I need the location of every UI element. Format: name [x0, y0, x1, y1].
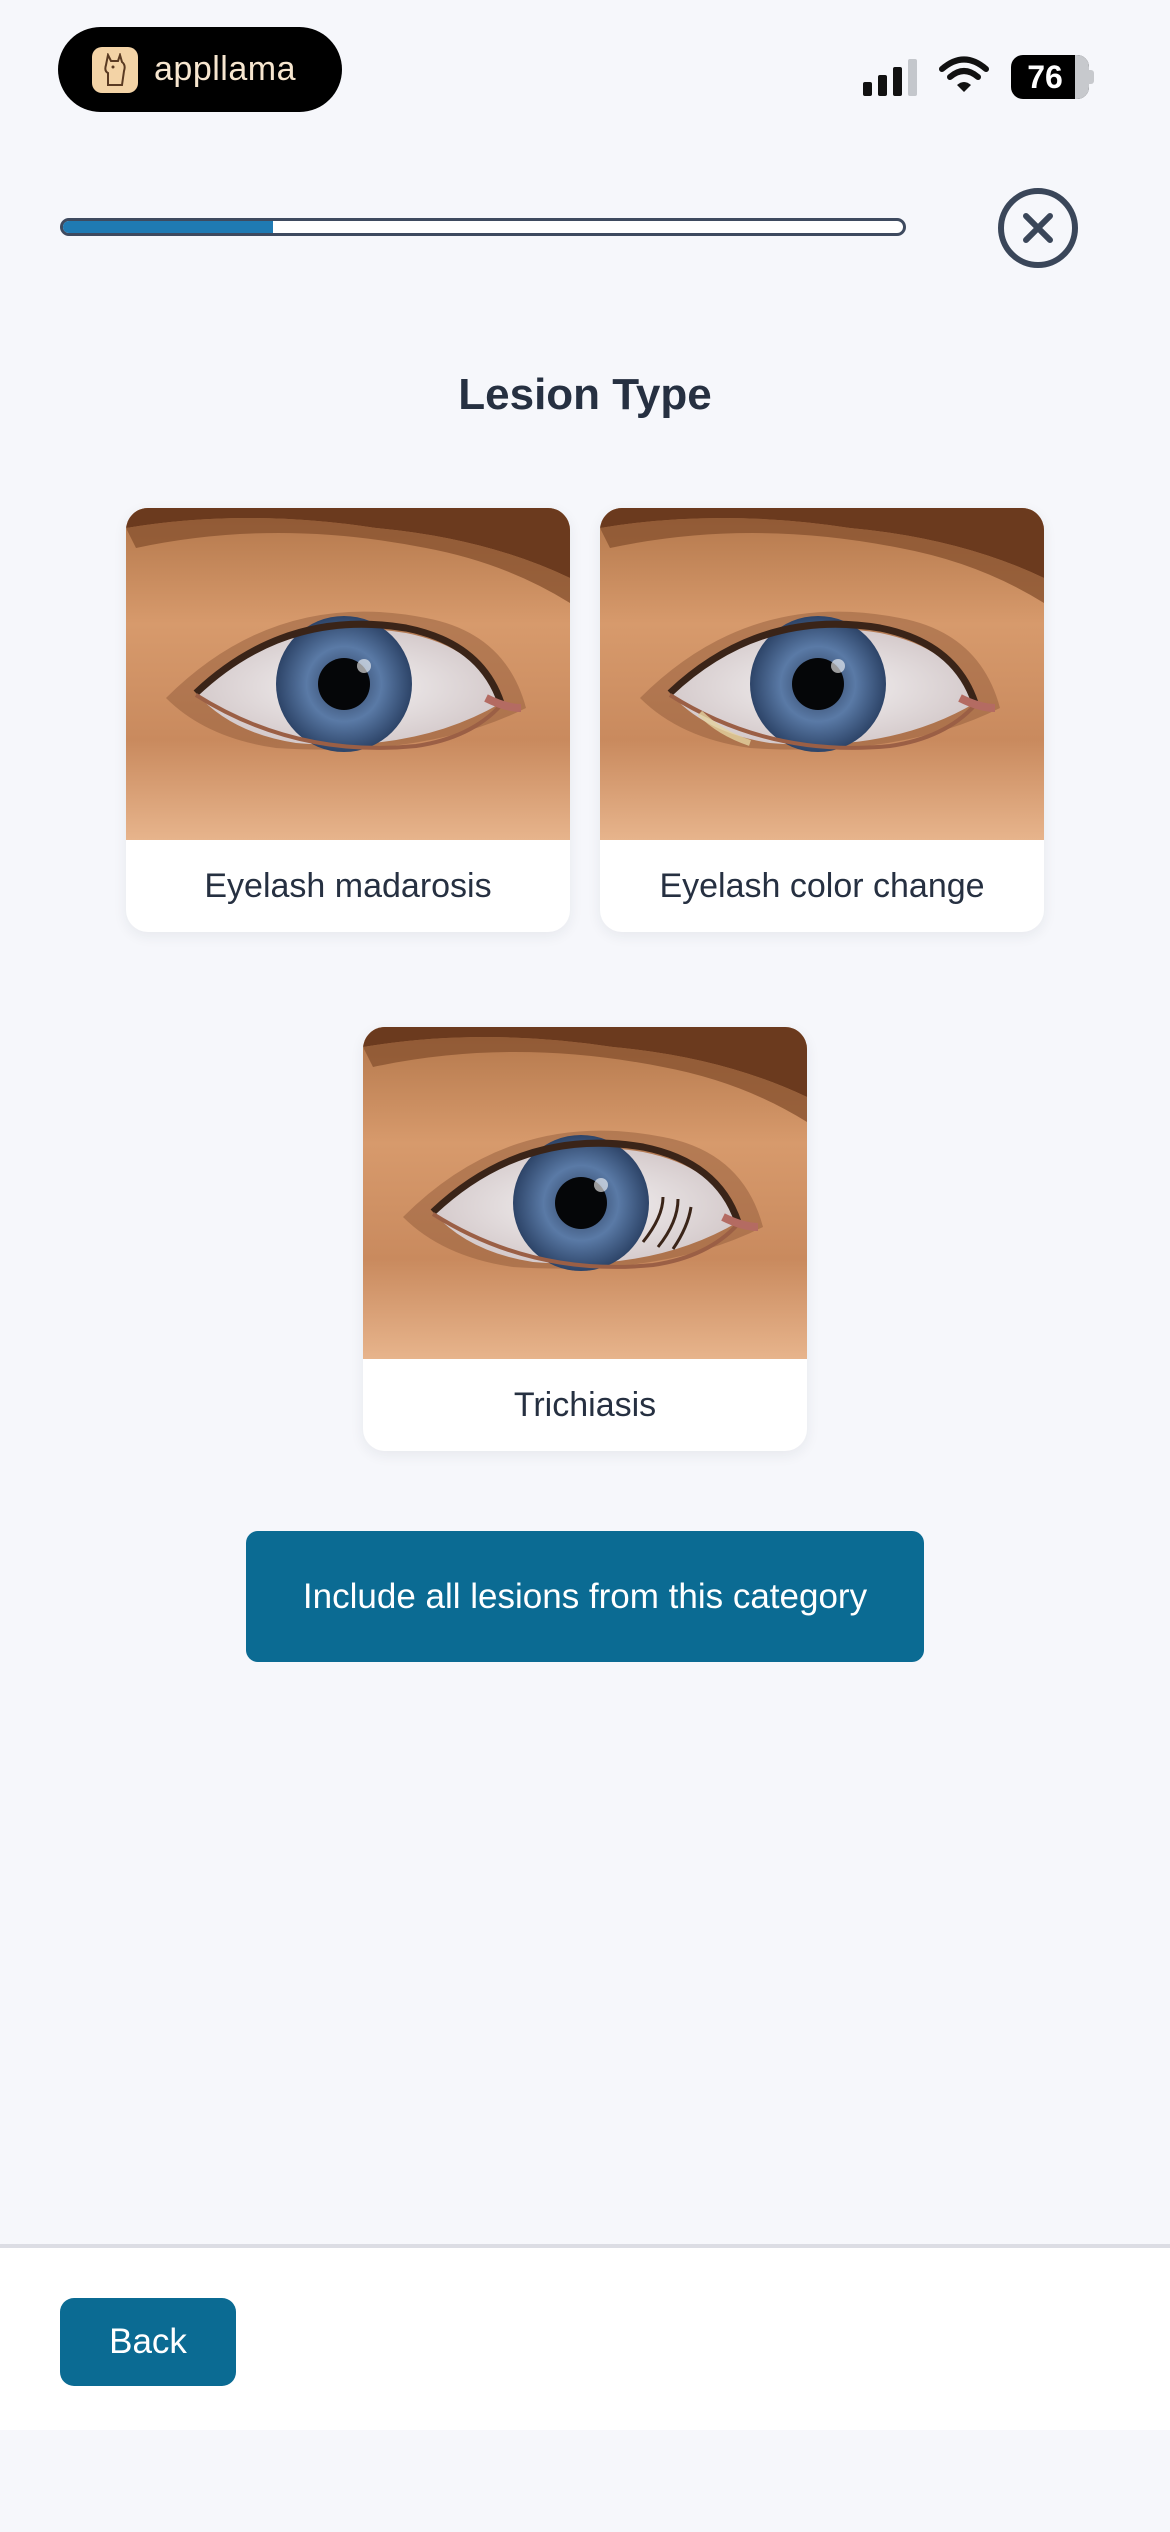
include-all-button[interactable]: Include all lesions from this category — [246, 1531, 924, 1662]
option-label: Eyelash color change — [659, 866, 985, 905]
footer-bar: Back — [0, 2244, 1170, 2430]
option-card-eyelash-color-change[interactable]: Eyelash color change — [600, 508, 1044, 932]
close-button[interactable] — [998, 188, 1078, 268]
back-button[interactable]: Back — [60, 2298, 236, 2386]
eye-illustration — [363, 1027, 807, 1359]
status-icons: 76 — [863, 54, 1094, 100]
option-card-eyelash-madarosis[interactable]: Eyelash madarosis — [126, 508, 570, 932]
progress-fill — [63, 221, 273, 233]
close-circle-icon — [1023, 213, 1053, 243]
brand-pill: appllama — [58, 27, 342, 112]
cellular-signal-icon — [863, 58, 917, 96]
option-label: Eyelash madarosis — [204, 866, 492, 905]
wifi-icon — [939, 56, 989, 99]
eye-illustration — [600, 508, 1044, 840]
page-title: Lesion Type — [458, 370, 712, 419]
battery-level: 76 — [1027, 58, 1063, 95]
brand-name: appllama — [154, 50, 296, 88]
llama-logo-icon — [92, 46, 138, 93]
progress-bar — [60, 218, 906, 236]
eye-illustration — [126, 508, 570, 840]
screen: appllama 76 Lesion Type Eyelash madarosi… — [0, 0, 1170, 2532]
option-label: Trichiasis — [513, 1385, 657, 1424]
option-card-trichiasis[interactable]: Trichiasis — [363, 1027, 807, 1451]
battery-icon: 76 — [1011, 55, 1094, 99]
